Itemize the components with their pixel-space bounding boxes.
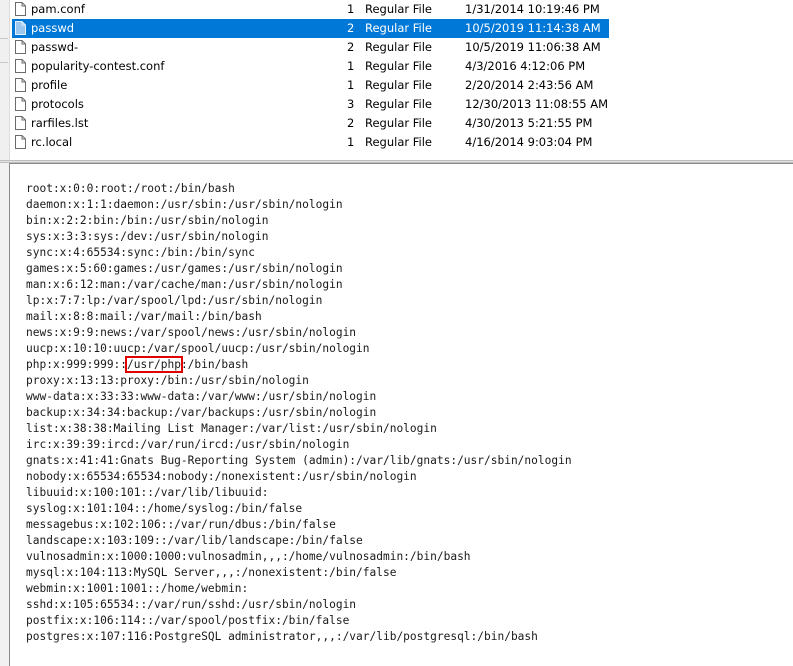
text-line: gnats:x:41:41:Gnats Bug-Reporting System…: [26, 454, 572, 467]
file-icon: [15, 78, 26, 92]
file-link-count: 3: [347, 97, 355, 111]
text-line: mail:x:8:8:mail:/var/mail:/bin/bash: [26, 310, 262, 323]
text-line: messagebus:x:102:106::/var/run/dbus:/bin…: [26, 518, 336, 531]
text-line: www-data:x:33:33:www-data:/var/www:/usr/…: [26, 390, 377, 403]
file-type: Regular File: [365, 78, 433, 92]
file-modified-date: 10/5/2019 11:14:38 AM: [465, 21, 601, 35]
file-list-pane: pam.conf 1 Regular File 1/31/2014 10:19:46 …: [0, 0, 793, 160]
file-type: Regular File: [365, 21, 433, 35]
text-viewer[interactable]: root:x:0:0:root:/root:/bin/bash daemon:x:…: [9, 163, 793, 666]
file-name: passwd-: [31, 40, 79, 54]
text-line: webmin:x:1001:1001::/home/webmin:: [26, 582, 249, 595]
text-line: lp:x:7:7:lp:/var/spool/lpd:/usr/sbin/nol…: [26, 294, 323, 307]
file-icon: [15, 40, 26, 54]
text-line: mysql:x:104:113:MySQL Server,,,:/nonexis…: [26, 566, 397, 579]
file-type: Regular File: [365, 135, 433, 149]
file-name: protocols: [31, 97, 84, 111]
file-icon: [15, 116, 26, 130]
text-line: nobody:x:65534:65534:nobody:/nonexistent…: [26, 470, 417, 483]
text-line: root:x:0:0:root:/root:/bin/bash: [26, 182, 235, 195]
text-line: syslog:x:101:104::/home/syslog:/bin/fals…: [26, 502, 303, 515]
text-line: sys:x:3:3:sys:/dev:/usr/sbin/nologin: [26, 230, 269, 243]
file-link-count: 1: [347, 59, 355, 73]
file-type: Regular File: [365, 97, 433, 111]
text-line: man:x:6:12:man:/var/cache/man:/usr/sbin/…: [26, 278, 343, 291]
file-name: rc.local: [31, 135, 73, 149]
file-icon: [15, 59, 26, 73]
file-modified-date: 12/30/2013 11:08:55 AM: [465, 97, 609, 111]
text-line: postfix:x:106:114::/var/spool/postfix:/b…: [26, 614, 350, 627]
file-modified-date: 4/30/2013 5:21:55 PM: [465, 116, 593, 130]
text-line: postgres:x:107:116:PostgreSQL administra…: [26, 630, 538, 643]
text-line: backup:x:34:34:backup:/var/backups:/usr/…: [26, 406, 377, 419]
file-link-count: 1: [347, 135, 355, 149]
text-line: bin:x:2:2:bin:/bin:/usr/sbin/nologin: [26, 214, 269, 227]
file-row[interactable]: popularity-contest.conf 1 Regular File 4/3/…: [9, 57, 793, 76]
file-icon: [15, 135, 26, 149]
text-line: vulnosadmin:x:1000:1000:vulnosadmin,,,:/…: [26, 550, 471, 563]
file-icon: [15, 97, 26, 111]
file-row[interactable]: rc.local 1 Regular File 4/16/2014 9:03:04 P…: [9, 133, 793, 152]
file-type: Regular File: [365, 40, 433, 54]
file-type: Regular File: [365, 59, 433, 73]
text-line: sync:x:4:65534:sync:/bin:/bin/sync: [26, 246, 256, 259]
file-link-count: 2: [347, 116, 355, 130]
highlighted-path: /usr/php: [125, 356, 183, 373]
file-link-count: 2: [347, 40, 355, 54]
file-modified-date: 4/16/2014 9:03:04 PM: [465, 135, 593, 149]
text-line: list:x:38:38:Mailing List Manager:/var/l…: [26, 422, 437, 435]
file-type: Regular File: [365, 2, 433, 16]
file-row[interactable]: passwd- 2 Regular File 10/5/2019 11:06:38 A…: [9, 38, 793, 57]
file-link-count: 2: [347, 21, 355, 35]
file-list: pam.conf 1 Regular File 1/31/2014 10:19:46 …: [9, 0, 793, 152]
text-line: php:x:999:999::/usr/php:/bin/bash: [26, 356, 572, 373]
file-row[interactable]: rarfiles.lst 2 Regular File 4/30/2013 5:21:…: [9, 114, 793, 133]
file-name: profile: [31, 78, 68, 92]
file-icon: [15, 21, 26, 35]
text-line: libuuid:x:100:101::/var/lib/libuuid:: [26, 486, 269, 499]
text-line: games:x:5:60:games:/usr/games:/usr/sbin/…: [26, 262, 343, 275]
file-content: root:x:0:0:root:/root:/bin/bash daemon:x:…: [26, 181, 572, 645]
text-line: irc:x:39:39:ircd:/var/run/ircd:/usr/sbin…: [26, 438, 350, 451]
text-line: landscape:x:103:109::/var/lib/landscape:…: [26, 534, 363, 547]
file-row[interactable]: pam.conf 1 Regular File 1/31/2014 10:19:46 …: [9, 0, 793, 19]
text-line: daemon:x:1:1:daemon:/usr/sbin:/usr/sbin/…: [26, 198, 343, 211]
file-modified-date: 1/31/2014 10:19:46 PM: [465, 2, 600, 16]
file-name: pam.conf: [31, 2, 85, 16]
text-viewer-pane: root:x:0:0:root:/root:/bin/bash daemon:x:…: [0, 163, 793, 666]
text-line: proxy:x:13:13:proxy:/bin:/usr/sbin/nolog…: [26, 374, 309, 387]
file-icon: [15, 2, 26, 16]
text-line: news:x:9:9:news:/var/spool/news:/usr/sbi…: [26, 326, 357, 339]
text-segment: php:x:999:999::: [26, 358, 128, 371]
file-name: passwd: [31, 21, 75, 35]
text-segment: :/bin/bash: [180, 358, 249, 371]
file-row[interactable]: protocols 3 Regular File 12/30/2013 11:08:5…: [9, 95, 793, 114]
file-name: rarfiles.lst: [31, 116, 89, 130]
file-row[interactable]: profile 1 Regular File 2/20/2014 2:43:56 AM: [9, 76, 793, 95]
file-name: popularity-contest.conf: [31, 59, 165, 73]
file-link-count: 1: [347, 78, 355, 92]
file-link-count: 1: [347, 2, 355, 16]
file-type: Regular File: [365, 116, 433, 130]
text-line: sshd:x:105:65534::/var/run/sshd:/usr/sbi…: [26, 598, 357, 611]
file-row[interactable]: passwd 2 Regular File 10/5/2019 11:14:38 AM: [9, 19, 793, 38]
text-line: uucp:x:10:10:uucp:/var/spool/uucp:/usr/s…: [26, 342, 370, 355]
file-modified-date: 10/5/2019 11:06:38 AM: [465, 40, 601, 54]
file-modified-date: 4/3/2016 4:12:06 PM: [465, 59, 586, 73]
file-modified-date: 2/20/2014 2:43:56 AM: [465, 78, 594, 92]
